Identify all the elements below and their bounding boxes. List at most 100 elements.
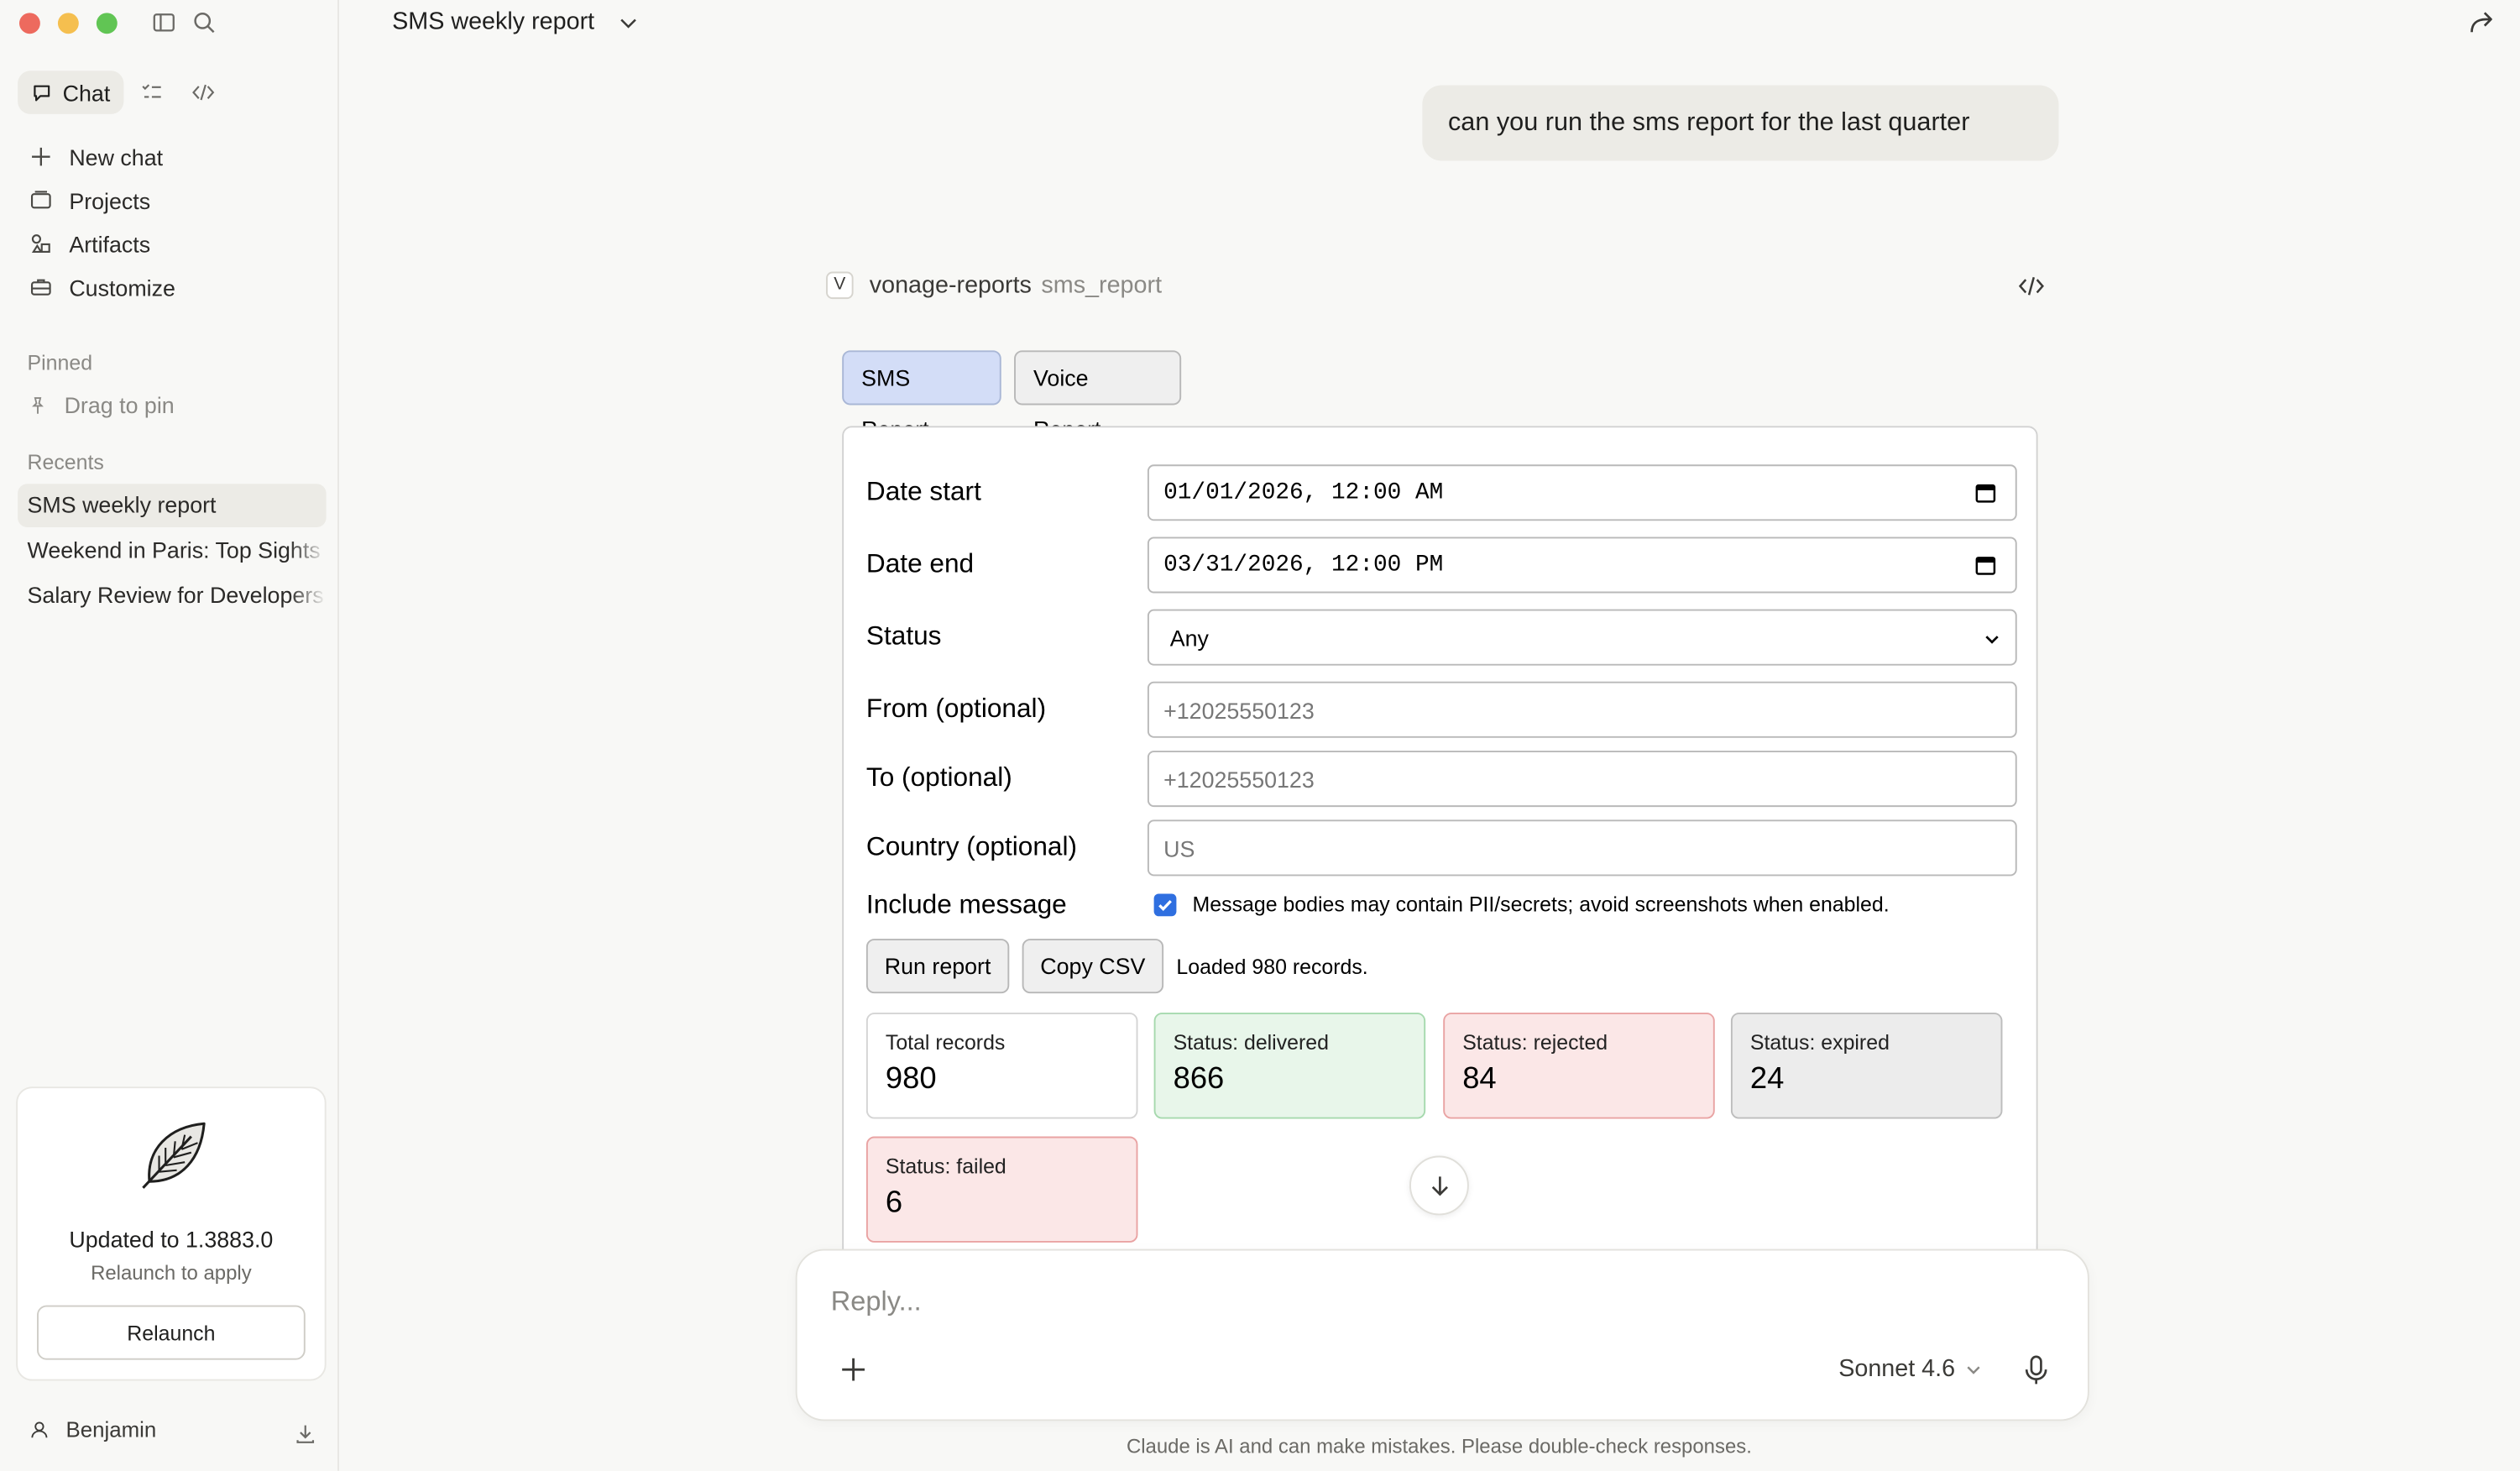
sidebar-item-label: Customize	[69, 274, 175, 301]
sidebar-item-projects[interactable]: Projects	[18, 179, 327, 222]
calendar-icon[interactable]	[1975, 555, 1996, 576]
close-window-button[interactable]	[18, 13, 40, 34]
from-placeholder: +12025550123	[1163, 696, 1315, 723]
copy-csv-button[interactable]: Copy CSV	[1022, 939, 1164, 994]
include-message-label: Include message	[865, 890, 1067, 920]
sidebar-item-label: Artifacts	[69, 230, 151, 257]
tab-voice-report[interactable]: Voice Report	[1014, 350, 1182, 442]
stat-expired: Status: expired 24	[1730, 1013, 2003, 1119]
model-selector[interactable]: Sonnet 4.6	[1838, 1354, 1981, 1383]
date-end-value: 03/31/2026, 12:00 PM	[1163, 552, 1444, 578]
sidebar-item-label: New chat	[69, 144, 164, 170]
include-message-checkbox[interactable]	[1153, 893, 1177, 916]
run-report-button[interactable]: Run report	[865, 939, 1010, 994]
recent-chat-item[interactable]: Weekend in Paris: Top Sights	[18, 529, 327, 573]
add-attachment-icon[interactable]	[837, 1353, 869, 1385]
chat-bubble-icon	[34, 84, 50, 101]
model-name: Sonnet 4.6	[1838, 1354, 1956, 1383]
to-label: To (optional)	[865, 763, 1012, 793]
stat-label: Status: delivered	[1173, 1030, 1329, 1055]
from-label: From (optional)	[865, 694, 1047, 724]
sms-report-panel: Date start 01/01/2026, 12:00 AM Date end…	[842, 426, 2038, 1279]
recents-section-label: Recents	[27, 450, 104, 474]
maximize-window-button[interactable]	[96, 13, 118, 34]
shapes-icon	[31, 234, 50, 253]
status-select[interactable]: Any	[1147, 609, 2017, 666]
sidebar-nav: New chat Projects Artifacts Customize	[18, 135, 327, 309]
include-message-row: Message bodies may contain PII/secrets; …	[1153, 893, 1890, 916]
stat-value: 6	[885, 1186, 903, 1221]
code-icon	[192, 84, 215, 101]
mode-tasks-button[interactable]	[129, 71, 175, 114]
recents-list: SMS weekly report Weekend in Paris: Top …	[18, 484, 327, 619]
tool-call-header[interactable]: vonage-reports sms_report	[870, 272, 1162, 300]
briefcase-icon	[30, 279, 51, 296]
stat-value: 866	[1173, 1062, 1225, 1097]
relaunch-button[interactable]: Relaunch	[37, 1305, 306, 1360]
tool-function-name: sms_report	[1041, 271, 1163, 300]
update-subtitle: Relaunch to apply	[91, 1261, 252, 1285]
minimize-window-button[interactable]	[57, 13, 79, 34]
search-icon[interactable]	[191, 9, 217, 35]
sidebar: Chat New chat Projects Artifacts Customi…	[0, 0, 339, 1471]
stat-value: 24	[1749, 1062, 1785, 1097]
status-selected-value: Any	[1169, 624, 1209, 651]
reply-input[interactable]	[830, 1285, 1796, 1318]
recent-chat-item[interactable]: SMS weekly report	[18, 484, 327, 527]
date-start-label: Date start	[865, 477, 981, 507]
stat-value: 980	[885, 1062, 937, 1097]
app-window: Chat New chat Projects Artifacts Customi…	[0, 0, 2520, 1471]
date-start-value: 01/01/2026, 12:00 AM	[1163, 479, 1444, 506]
arrow-down-icon	[1430, 1175, 1447, 1196]
chevron-down-icon	[1966, 1365, 1979, 1374]
pinned-section-label: Pinned	[27, 350, 93, 375]
chat-title-dropdown[interactable]: SMS weekly report	[392, 8, 640, 35]
sidebar-item-artifacts[interactable]: Artifacts	[18, 222, 327, 265]
user-message: can you run the sms report for the last …	[1422, 85, 2059, 161]
update-card: Updated to 1.3883.0 Relaunch to apply Re…	[16, 1086, 327, 1381]
tab-sms-report[interactable]: SMS Report	[842, 350, 1001, 442]
mode-chat-button[interactable]: Chat	[18, 71, 123, 114]
calendar-icon[interactable]	[1975, 482, 1996, 503]
stat-rejected: Status: rejected 84	[1443, 1013, 1715, 1119]
pin-icon	[32, 396, 44, 413]
stat-label: Status: failed	[885, 1154, 1006, 1179]
country-input[interactable]: US	[1147, 819, 2017, 877]
recent-chat-item[interactable]: Salary Review for Developers	[18, 573, 327, 617]
date-end-label: Date end	[865, 549, 975, 579]
share-icon[interactable]	[2467, 8, 2496, 37]
status-label: Status	[865, 621, 942, 652]
country-label: Country (optional)	[865, 832, 1078, 862]
stat-label: Total records	[885, 1030, 1006, 1055]
ai-disclaimer: Claude is AI and can make mistakes. Plea…	[1126, 1435, 1752, 1458]
from-input[interactable]: +12025550123	[1147, 681, 2017, 738]
stat-delivered: Status: delivered 866	[1153, 1013, 1426, 1119]
to-input[interactable]: +12025550123	[1147, 751, 2017, 808]
pin-drop-zone[interactable]: Drag to pin	[28, 392, 175, 418]
date-end-input[interactable]: 03/31/2026, 12:00 PM	[1147, 537, 2017, 594]
stat-total-records: Total records 980	[865, 1013, 1138, 1119]
sidebar-item-new-chat[interactable]: New chat	[18, 135, 327, 179]
reply-composer: Sonnet 4.6	[795, 1249, 2089, 1421]
tool-server-name: vonage-reports	[869, 271, 1032, 300]
mode-chat-label: Chat	[62, 79, 111, 106]
pin-hint: Drag to pin	[64, 392, 175, 418]
stat-failed: Status: failed 6	[865, 1136, 1138, 1243]
mode-switch: Chat	[18, 71, 226, 114]
date-start-input[interactable]: 01/01/2026, 12:00 AM	[1147, 464, 2017, 521]
view-code-icon[interactable]	[2017, 273, 2046, 299]
scroll-to-bottom-button[interactable]	[1409, 1155, 1469, 1216]
sidebar-toggle-icon[interactable]	[151, 9, 177, 35]
stat-label: Status: rejected	[1462, 1030, 1608, 1055]
sidebar-item-customize[interactable]: Customize	[18, 265, 327, 309]
microphone-icon[interactable]	[2021, 1353, 2050, 1385]
folder-icon	[30, 191, 51, 209]
update-title: Updated to 1.3883.0	[69, 1226, 274, 1253]
stat-label: Status: expired	[1749, 1030, 1890, 1055]
mode-code-button[interactable]	[181, 71, 227, 114]
tool-server-badge: V	[826, 271, 854, 300]
stat-value: 84	[1462, 1062, 1497, 1097]
plus-icon	[32, 147, 50, 166]
leaf-icon	[142, 1122, 206, 1189]
checklist-icon	[142, 84, 161, 98]
